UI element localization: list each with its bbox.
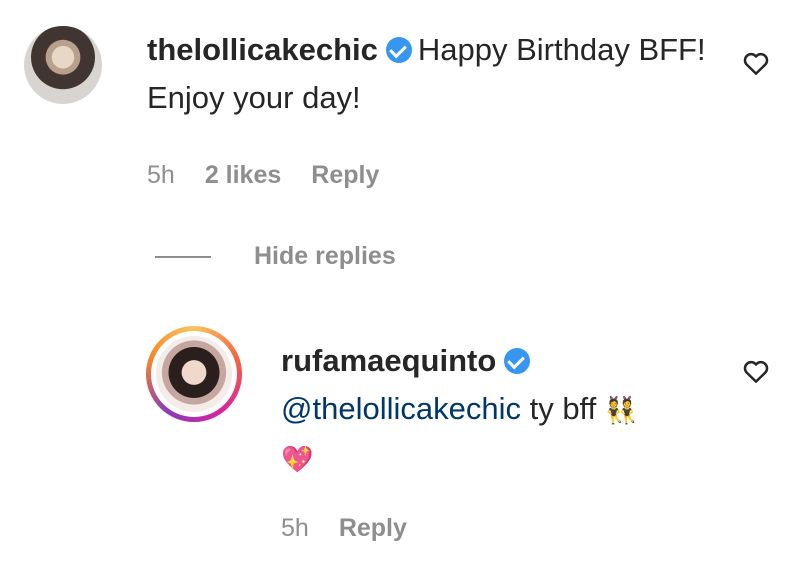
likes-count[interactable]: 2 likes xyxy=(205,161,281,190)
comment-username[interactable]: thelollicakechic xyxy=(147,32,378,67)
verified-badge-icon xyxy=(504,348,531,374)
story-ring[interactable] xyxy=(146,326,242,422)
reply-body: rufamaequinto @thelollicakechic ty bff 👯… xyxy=(281,337,741,483)
reply-button[interactable]: Reply xyxy=(311,161,379,190)
reply-button[interactable]: Reply xyxy=(339,514,407,543)
mention-link[interactable]: @thelollicakechic xyxy=(281,391,521,426)
dancers-emoji: 👯 xyxy=(604,395,638,425)
comment-body: thelollicakechic Happy Birthday BFF! Enjo… xyxy=(147,26,747,122)
verified-badge-icon xyxy=(385,37,412,63)
reply-time: 5h xyxy=(281,514,309,542)
reply-text: ty bff xyxy=(529,391,597,426)
avatar-frame xyxy=(151,331,237,417)
avatar[interactable] xyxy=(24,26,102,104)
comment-time: 5h xyxy=(147,161,175,189)
comment-meta: 5h 2 likes Reply xyxy=(147,161,379,190)
hide-replies-label[interactable]: Hide replies xyxy=(254,242,396,271)
reply-meta: 5h Reply xyxy=(281,514,407,543)
avatar[interactable] xyxy=(156,336,232,412)
heart-icon[interactable] xyxy=(741,356,771,386)
divider-line xyxy=(155,255,211,258)
comment-item: thelollicakechic Happy Birthday BFF! Enjo… xyxy=(0,0,800,215)
sparkling-heart-emoji: 💖 xyxy=(281,444,314,474)
hide-replies-toggle[interactable]: Hide replies xyxy=(155,242,396,271)
reply-username[interactable]: rufamaequinto xyxy=(281,343,496,378)
heart-icon[interactable] xyxy=(741,48,771,78)
